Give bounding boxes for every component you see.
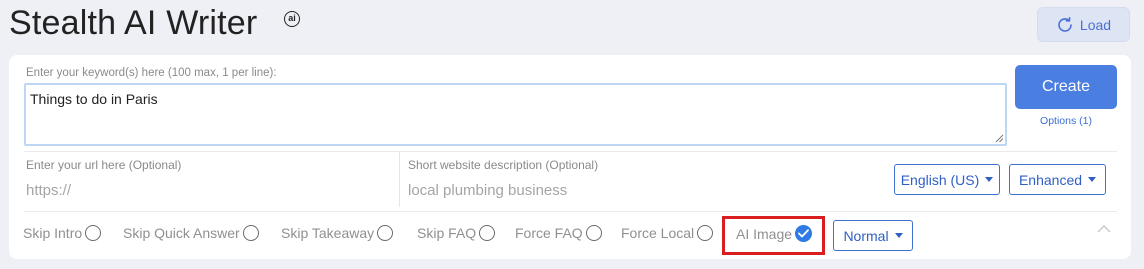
resize-grip-icon[interactable]	[995, 134, 1004, 143]
load-button[interactable]: Load	[1037, 7, 1130, 42]
image-style-dropdown[interactable]: Normal	[833, 220, 913, 251]
description-input[interactable]	[408, 179, 878, 201]
option-skip-takeaway[interactable]: Skip Takeaway	[281, 225, 394, 241]
keywords-label: Enter your keyword(s) here (100 max, 1 p…	[26, 67, 277, 79]
checkbox-unchecked-icon[interactable]	[85, 225, 102, 241]
image-style-dropdown-label: Normal	[843, 227, 889, 244]
checkbox-unchecked-icon[interactable]	[377, 225, 394, 241]
create-button[interactable]: Create	[1015, 65, 1117, 109]
url-input[interactable]	[26, 179, 376, 201]
language-dropdown-label: English (US)	[900, 171, 980, 188]
option-label: Skip FAQ	[417, 225, 477, 241]
mode-dropdown[interactable]: Enhanced	[1009, 164, 1106, 195]
checkbox-unchecked-icon[interactable]	[242, 225, 259, 241]
mode-dropdown-label: Enhanced	[1018, 171, 1083, 188]
options-link[interactable]: Options (1)	[1015, 115, 1117, 127]
caret-down-icon	[1088, 177, 1097, 182]
option-label: Skip Intro	[23, 225, 83, 241]
caret-down-icon	[894, 233, 903, 238]
ai-badge-icon: ai	[284, 11, 300, 27]
option-skip-quick-answer[interactable]: Skip Quick Answer	[123, 225, 259, 241]
language-dropdown[interactable]: English (US)	[894, 164, 1000, 195]
divider-vertical	[399, 152, 400, 207]
keywords-textarea[interactable]: Things to do in Paris	[24, 83, 1007, 146]
caret-down-icon	[985, 177, 994, 182]
highlight-box	[722, 216, 825, 255]
divider	[24, 211, 1117, 212]
page-title: Stealth AI Writer	[9, 4, 258, 42]
description-label: Short website description (Optional)	[408, 158, 599, 172]
checkbox-unchecked-icon[interactable]	[697, 225, 714, 241]
option-label: Force Local	[621, 225, 695, 241]
url-label: Enter your url here (Optional)	[26, 158, 182, 172]
option-skip-faq[interactable]: Skip FAQ	[417, 225, 496, 241]
divider	[24, 151, 1117, 152]
checkbox-unchecked-icon[interactable]	[585, 225, 602, 241]
option-label: Skip Quick Answer	[123, 225, 240, 241]
writer-form-card: Enter your keyword(s) here (100 max, 1 p…	[9, 55, 1131, 259]
option-force-faq[interactable]: Force FAQ	[515, 225, 602, 241]
option-label: Force FAQ	[515, 225, 583, 241]
chevron-up-icon[interactable]	[1096, 224, 1112, 234]
checkbox-unchecked-icon[interactable]	[479, 225, 496, 241]
refresh-icon	[1058, 16, 1072, 32]
option-skip-intro[interactable]: Skip Intro	[23, 225, 102, 241]
option-label: Skip Takeaway	[281, 225, 375, 241]
load-button-label: Load	[1079, 16, 1112, 33]
option-force-local[interactable]: Force Local	[621, 225, 714, 241]
